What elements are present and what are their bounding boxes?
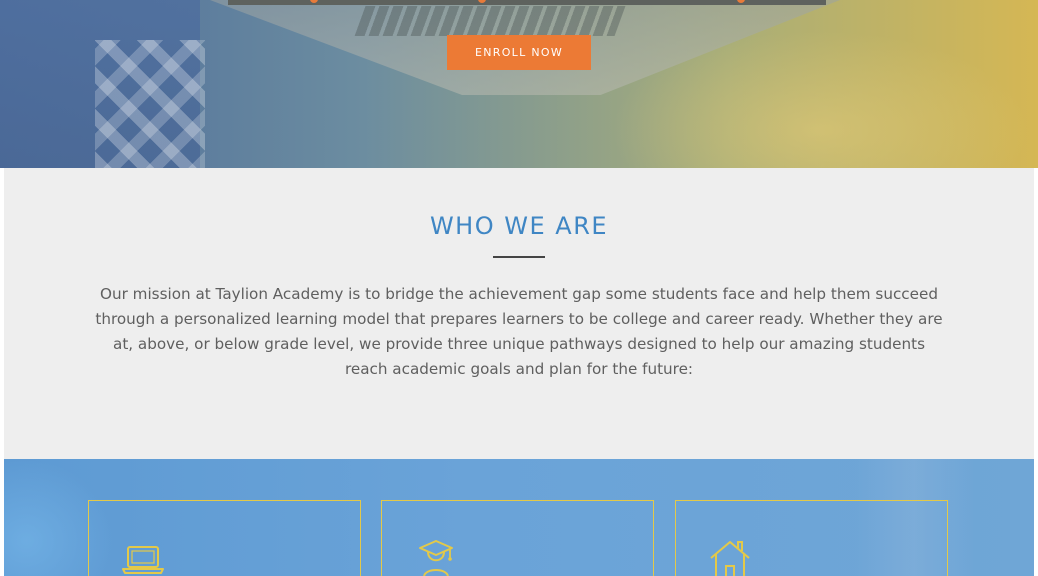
enroll-now-button[interactable]: ENROLL NOW	[447, 35, 591, 70]
pathways-section	[4, 459, 1034, 576]
hero-laptop-keyboard	[354, 6, 626, 36]
hero-laptop-screen-edge	[228, 0, 826, 5]
mission-statement: Our mission at Taylion Academy is to bri…	[95, 285, 943, 378]
pathway-card-online[interactable]	[88, 500, 361, 576]
heading-divider	[493, 256, 545, 258]
pathway-card-graduate[interactable]	[381, 500, 654, 576]
hero-background-plaid	[95, 40, 205, 168]
laptop-icon	[122, 546, 164, 574]
who-we-are-section: WHO WE ARE Our mission at Taylion Academ…	[4, 168, 1034, 459]
graduate-icon	[419, 540, 453, 576]
section-heading: WHO WE ARE	[429, 212, 609, 240]
pathway-card-home[interactable]	[675, 500, 948, 576]
hero-banner: ENROLL NOW	[0, 0, 1038, 168]
home-icon	[710, 541, 750, 576]
